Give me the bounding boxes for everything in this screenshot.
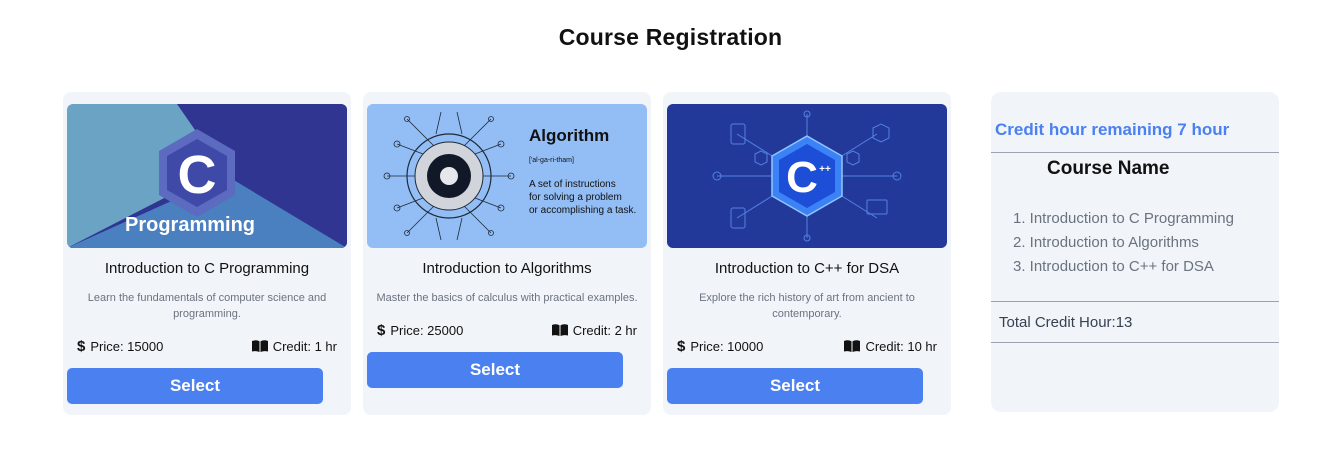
dollar-icon: $ bbox=[677, 337, 686, 355]
svg-text:Programming: Programming bbox=[125, 214, 255, 236]
divider bbox=[991, 301, 1279, 302]
course-description: Learn the fundamentals of computer scien… bbox=[87, 292, 327, 320]
course-card-cpp-dsa: C ++ Introduction to C++ for DSA Explore… bbox=[663, 92, 951, 415]
svg-text:['al-ga-ri-tham]: ['al-ga-ri-tham] bbox=[529, 157, 574, 164]
credit-label: Credit: 10 hr bbox=[865, 338, 937, 354]
credit-label: Credit: 2 hr bbox=[572, 322, 637, 338]
credit-label: Credit: 1 hr bbox=[272, 338, 337, 354]
select-button[interactable]: Select bbox=[667, 368, 923, 404]
price-label: Price: 25000 bbox=[390, 322, 464, 338]
dollar-icon: $ bbox=[77, 337, 86, 355]
price-info: $ Price: 25000 bbox=[377, 322, 463, 339]
course-title: Introduction to Algorithms bbox=[422, 260, 592, 277]
price-label: Price: 10000 bbox=[690, 338, 764, 354]
credit-info: Credit: 2 hr bbox=[551, 322, 637, 338]
course-description: Explore the rich history of art from anc… bbox=[699, 292, 915, 320]
svg-text:++: ++ bbox=[819, 164, 831, 175]
course-description: Master the basics of calculus with pract… bbox=[376, 292, 638, 304]
svg-text:C: C bbox=[178, 145, 217, 205]
divider bbox=[991, 342, 1279, 343]
svg-text:C: C bbox=[786, 153, 818, 202]
course-meta: $ Price: 25000 Credit: 2 hr bbox=[377, 321, 637, 339]
divider bbox=[991, 152, 1279, 153]
svg-text:or accomplishing a task.: or accomplishing a task. bbox=[529, 205, 636, 216]
price-info: $ Price: 15000 bbox=[77, 338, 163, 355]
svg-text:A set of instructions: A set of instructions bbox=[529, 179, 616, 190]
svg-text:for solving a problem: for solving a problem bbox=[529, 192, 622, 203]
book-icon bbox=[844, 340, 861, 352]
dollar-icon: $ bbox=[377, 321, 386, 339]
course-card-c-programming: C Programming Introduction to C Programm… bbox=[63, 92, 351, 415]
select-button[interactable]: Select bbox=[67, 368, 323, 404]
credit-info: Credit: 1 hr bbox=[251, 338, 337, 354]
list-item: 3. Introduction to C++ for DSA bbox=[1013, 258, 1214, 275]
course-meta: $ Price: 10000 Credit: 10 hr bbox=[677, 337, 937, 355]
svg-text:Algorithm: Algorithm bbox=[529, 126, 609, 145]
course-name-heading: Course Name bbox=[1047, 158, 1170, 179]
cart-summary: Credit hour remaining 7 hour Course Name… bbox=[991, 92, 1279, 412]
course-image-cpp: C ++ bbox=[667, 104, 947, 248]
list-item: 2. Introduction to Algorithms bbox=[1013, 234, 1199, 251]
price-info: $ Price: 10000 bbox=[677, 338, 763, 355]
list-item: 1. Introduction to C Programming bbox=[1013, 210, 1234, 227]
price-label: Price: 15000 bbox=[90, 338, 164, 354]
course-image-c-programming: C Programming bbox=[67, 104, 347, 248]
course-card-algorithms: Algorithm ['al-ga-ri-tham] A set of inst… bbox=[363, 92, 651, 415]
book-icon bbox=[251, 340, 268, 352]
course-title: Introduction to C++ for DSA bbox=[714, 260, 900, 277]
select-button[interactable]: Select bbox=[367, 352, 623, 388]
total-credit-hour: Total Credit Hour:13 bbox=[999, 314, 1133, 331]
credit-remaining: Credit hour remaining 7 hour bbox=[995, 120, 1230, 139]
credit-info: Credit: 10 hr bbox=[844, 339, 937, 354]
page-title: Course Registration bbox=[558, 24, 783, 50]
book-icon bbox=[551, 324, 568, 336]
course-meta: $ Price: 15000 Credit: 1 hr bbox=[77, 337, 337, 355]
course-image-algorithms: Algorithm ['al-ga-ri-tham] A set of inst… bbox=[367, 104, 647, 248]
selected-course-list: 1. Introduction to C Programming 2. Intr… bbox=[1013, 207, 1234, 279]
course-title: Introduction to C Programming bbox=[104, 260, 310, 277]
